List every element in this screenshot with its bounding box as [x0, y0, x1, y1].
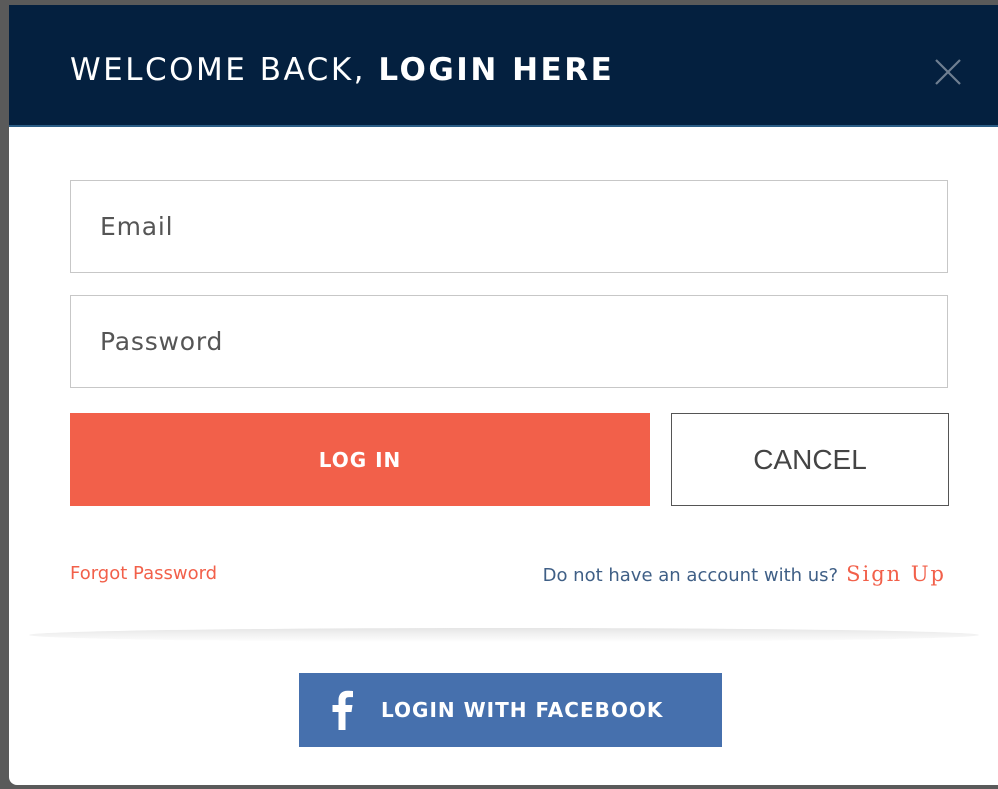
title-welcome: WELCOME BACK,	[70, 52, 379, 88]
password-input[interactable]	[71, 296, 947, 387]
sign-up-link[interactable]: Sign Up	[846, 562, 946, 586]
login-button[interactable]: LOG IN	[70, 413, 650, 506]
email-input[interactable]	[71, 181, 947, 272]
cancel-button[interactable]: CANCEL	[671, 413, 949, 506]
modal-header: WELCOME BACK, LOGIN HERE	[9, 5, 998, 127]
no-account-text: Do not have an account with us?	[542, 565, 839, 586]
close-icon[interactable]	[930, 54, 966, 90]
facebook-button-label: LOGIN WITH FACEBOOK	[381, 698, 664, 722]
facebook-icon	[317, 685, 367, 735]
facebook-icon-svg	[332, 690, 353, 730]
section-divider	[29, 628, 979, 642]
login-with-facebook-button[interactable]: LOGIN WITH FACEBOOK	[299, 673, 722, 747]
login-modal: WELCOME BACK, LOGIN HERE LOG IN CANCEL F…	[9, 5, 998, 785]
email-field-container	[70, 180, 948, 273]
title-login-here: LOGIN HERE	[378, 52, 615, 88]
modal-title: WELCOME BACK, LOGIN HERE	[70, 52, 614, 88]
forgot-password-link[interactable]: Forgot Password	[70, 563, 217, 584]
close-icon-svg	[935, 59, 961, 85]
signup-prompt: Do not have an account with us? Sign Up	[543, 562, 946, 586]
password-field-container	[70, 295, 948, 388]
